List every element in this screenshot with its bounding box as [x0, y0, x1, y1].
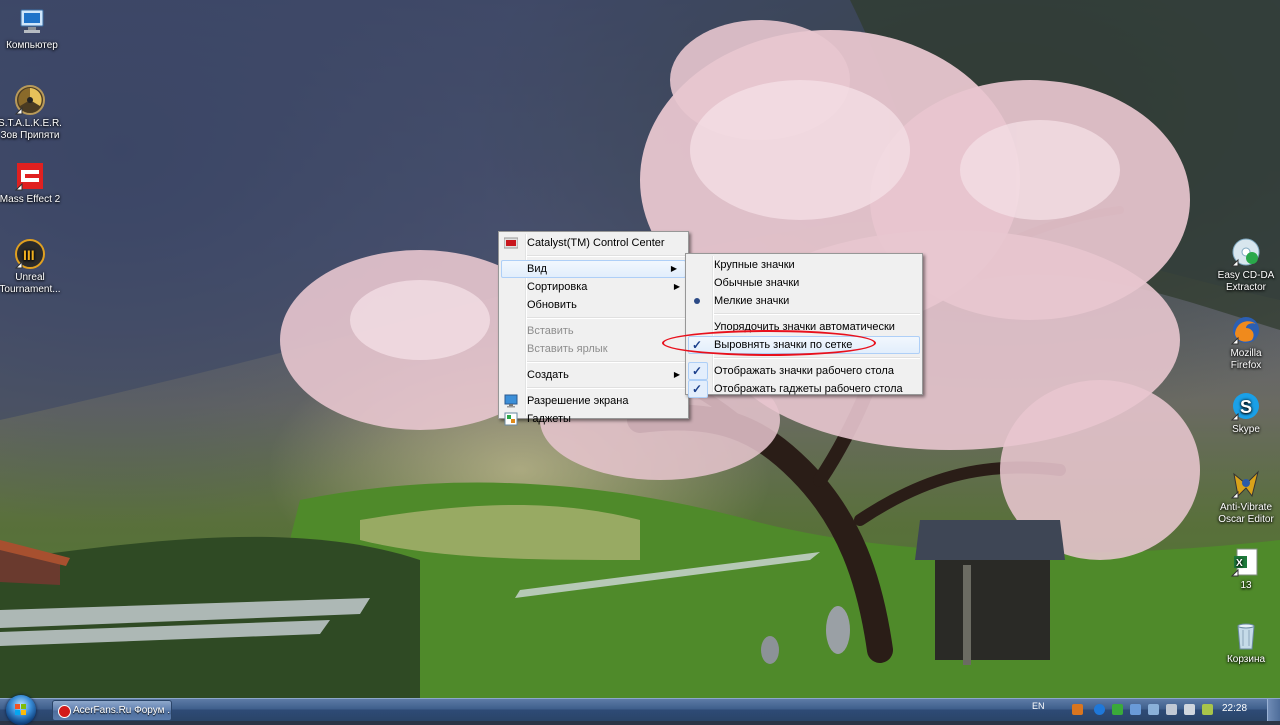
menu-separator	[527, 255, 686, 257]
svg-text:S: S	[1240, 397, 1252, 417]
taskbar-button-opera[interactable]: AcerFans.Ru Форум ...	[52, 700, 172, 721]
menu-separator	[714, 357, 920, 359]
menu-item-label: Гаджеты	[527, 413, 571, 425]
menu-item-gadgets[interactable]: Гаджеты	[499, 410, 688, 428]
firefox-icon	[1230, 314, 1262, 346]
desktop-icon-label: Компьютер	[6, 40, 58, 51]
tray-battery-icon[interactable]	[1202, 704, 1213, 715]
tray-app-icon[interactable]	[1072, 704, 1083, 715]
tray-utility-icon[interactable]	[1112, 704, 1123, 715]
menu-item-paste: Вставить	[499, 322, 688, 340]
view-item-medium-icons[interactable]: Обычные значки	[686, 274, 922, 292]
menu-separator	[527, 317, 686, 319]
stalker-game-icon	[14, 84, 46, 116]
desktop-context-menu: Catalyst(TM) Control Center Вид ▶ Сортир…	[498, 231, 689, 426]
desktop-icon-label: Skype	[1232, 424, 1260, 435]
desktop-icon-label: Anti-Vibrate Oscar Editor	[1218, 502, 1274, 525]
unreal-tournament-icon: III	[14, 238, 46, 270]
mass-effect-icon	[14, 160, 46, 192]
desktop-icon-oscar-editor[interactable]: Anti-Vibrate Oscar Editor	[1214, 468, 1278, 526]
menu-item-label: Обычные значки	[714, 277, 800, 289]
computer-icon	[16, 6, 48, 38]
monitor-icon	[504, 394, 518, 408]
menu-item-label: Отображать значки рабочего стола	[714, 365, 894, 377]
menu-item-label: Создать	[527, 369, 569, 381]
menu-separator	[527, 387, 686, 389]
menu-item-label: Обновить	[527, 299, 577, 311]
taskbar-button-label: AcerFans.Ru Форум ...	[73, 705, 172, 716]
desktop-icon-label: Корзина	[1226, 654, 1266, 665]
menu-item-label: Разрешение экрана	[527, 395, 629, 407]
desktop-icon-skype[interactable]: S Skype	[1214, 390, 1278, 436]
menu-item-label: Вставить	[527, 325, 574, 337]
desktop-icon-mass-effect[interactable]: Mass Effect 2	[0, 160, 62, 206]
menu-separator	[527, 361, 686, 363]
menu-item-label: Вставить ярлык	[527, 343, 608, 355]
menu-item-paste-shortcut: Вставить ярлык	[499, 340, 688, 358]
menu-item-catalyst[interactable]: Catalyst(TM) Control Center	[499, 234, 688, 252]
ati-logo-icon	[503, 236, 519, 250]
desktop-icon-stalker[interactable]: S.T.A.L.K.E.R. Зов Припяти	[0, 84, 62, 142]
desktop-icon-label: Mozilla Firefox	[1230, 348, 1262, 371]
menu-item-label: Мелкие значки	[714, 295, 790, 307]
taskbar: AcerFans.Ru Форум ... EN 22:28	[0, 695, 1280, 725]
desktop-icon-label: S.T.A.L.K.E.R. Зов Припяти	[0, 118, 62, 141]
taskbar-clock[interactable]: 22:28	[1222, 703, 1247, 714]
view-item-small-icons[interactable]: Мелкие значки	[686, 292, 922, 310]
menu-item-refresh[interactable]: Обновить	[499, 296, 688, 314]
tray-device-icon[interactable]	[1148, 704, 1159, 715]
checkmark-icon: ✓	[692, 364, 703, 378]
view-submenu: Крупные значки Обычные значки Мелкие зна…	[685, 253, 923, 398]
skype-icon: S	[1230, 390, 1262, 422]
menu-item-label: Вид	[527, 263, 547, 275]
view-item-show-gadgets[interactable]: ✓ Отображать гаджеты рабочего стола	[686, 380, 922, 398]
tray-signal-icon[interactable]	[1166, 704, 1177, 715]
tray-network-icon[interactable]	[1130, 704, 1141, 715]
desktop-icon-recycle-bin[interactable]: Корзина	[1214, 620, 1278, 666]
oscar-editor-icon	[1230, 468, 1262, 500]
radio-bullet-icon	[694, 298, 700, 304]
desktop-icon-label: Easy CD-DA Extractor	[1217, 270, 1275, 293]
recycle-bin-icon	[1230, 620, 1262, 652]
view-item-show-desktop-icons[interactable]: ✓ Отображать значки рабочего стола	[686, 362, 922, 380]
menu-separator	[714, 313, 920, 315]
desktop-icon-label: 13	[1240, 580, 1252, 591]
view-item-large-icons[interactable]: Крупные значки	[686, 256, 922, 274]
gadgets-icon	[504, 412, 518, 426]
menu-item-label: Catalyst(TM) Control Center	[527, 237, 665, 249]
opera-icon	[58, 705, 71, 718]
windows-logo-icon	[15, 704, 27, 716]
start-button[interactable]	[6, 695, 36, 725]
menu-item-label: Отображать гаджеты рабочего стола	[714, 383, 903, 395]
desktop-icon-firefox[interactable]: Mozilla Firefox	[1214, 314, 1278, 372]
submenu-arrow-icon: ▶	[673, 282, 680, 291]
checkmark-icon: ✓	[692, 382, 703, 396]
tray-skype-icon[interactable]	[1094, 704, 1105, 715]
desktop-icon-easy-cd[interactable]: Easy CD-DA Extractor	[1214, 236, 1278, 294]
menu-item-view[interactable]: Вид ▶	[501, 260, 686, 278]
excel-file-icon: X	[1230, 546, 1262, 578]
annotation-ellipse	[662, 330, 876, 356]
show-desktop-button[interactable]	[1267, 699, 1280, 721]
svg-text:X: X	[1236, 558, 1243, 569]
language-indicator[interactable]: EN	[1032, 701, 1045, 711]
submenu-arrow-icon: ▶	[670, 264, 677, 273]
desktop-icon-label: Unreal Tournament...	[0, 272, 61, 295]
menu-item-label: Крупные значки	[714, 259, 795, 271]
desktop-icon-label: Mass Effect 2	[0, 194, 61, 205]
menu-item-create[interactable]: Создать ▶	[499, 366, 688, 384]
menu-item-sort[interactable]: Сортировка ▶	[499, 278, 688, 296]
desktop-icon-unreal[interactable]: III Unreal Tournament...	[0, 238, 62, 296]
menu-item-screen-resolution[interactable]: Разрешение экрана	[499, 392, 688, 410]
desktop-icon-file-13[interactable]: X 13	[1214, 546, 1278, 592]
submenu-arrow-icon: ▶	[673, 370, 680, 379]
cd-extractor-icon	[1230, 236, 1262, 268]
desktop-icon-computer[interactable]: Компьютер	[0, 6, 64, 52]
svg-text:III: III	[23, 247, 35, 263]
tray-volume-icon[interactable]	[1184, 704, 1195, 715]
menu-item-label: Сортировка	[527, 281, 588, 293]
